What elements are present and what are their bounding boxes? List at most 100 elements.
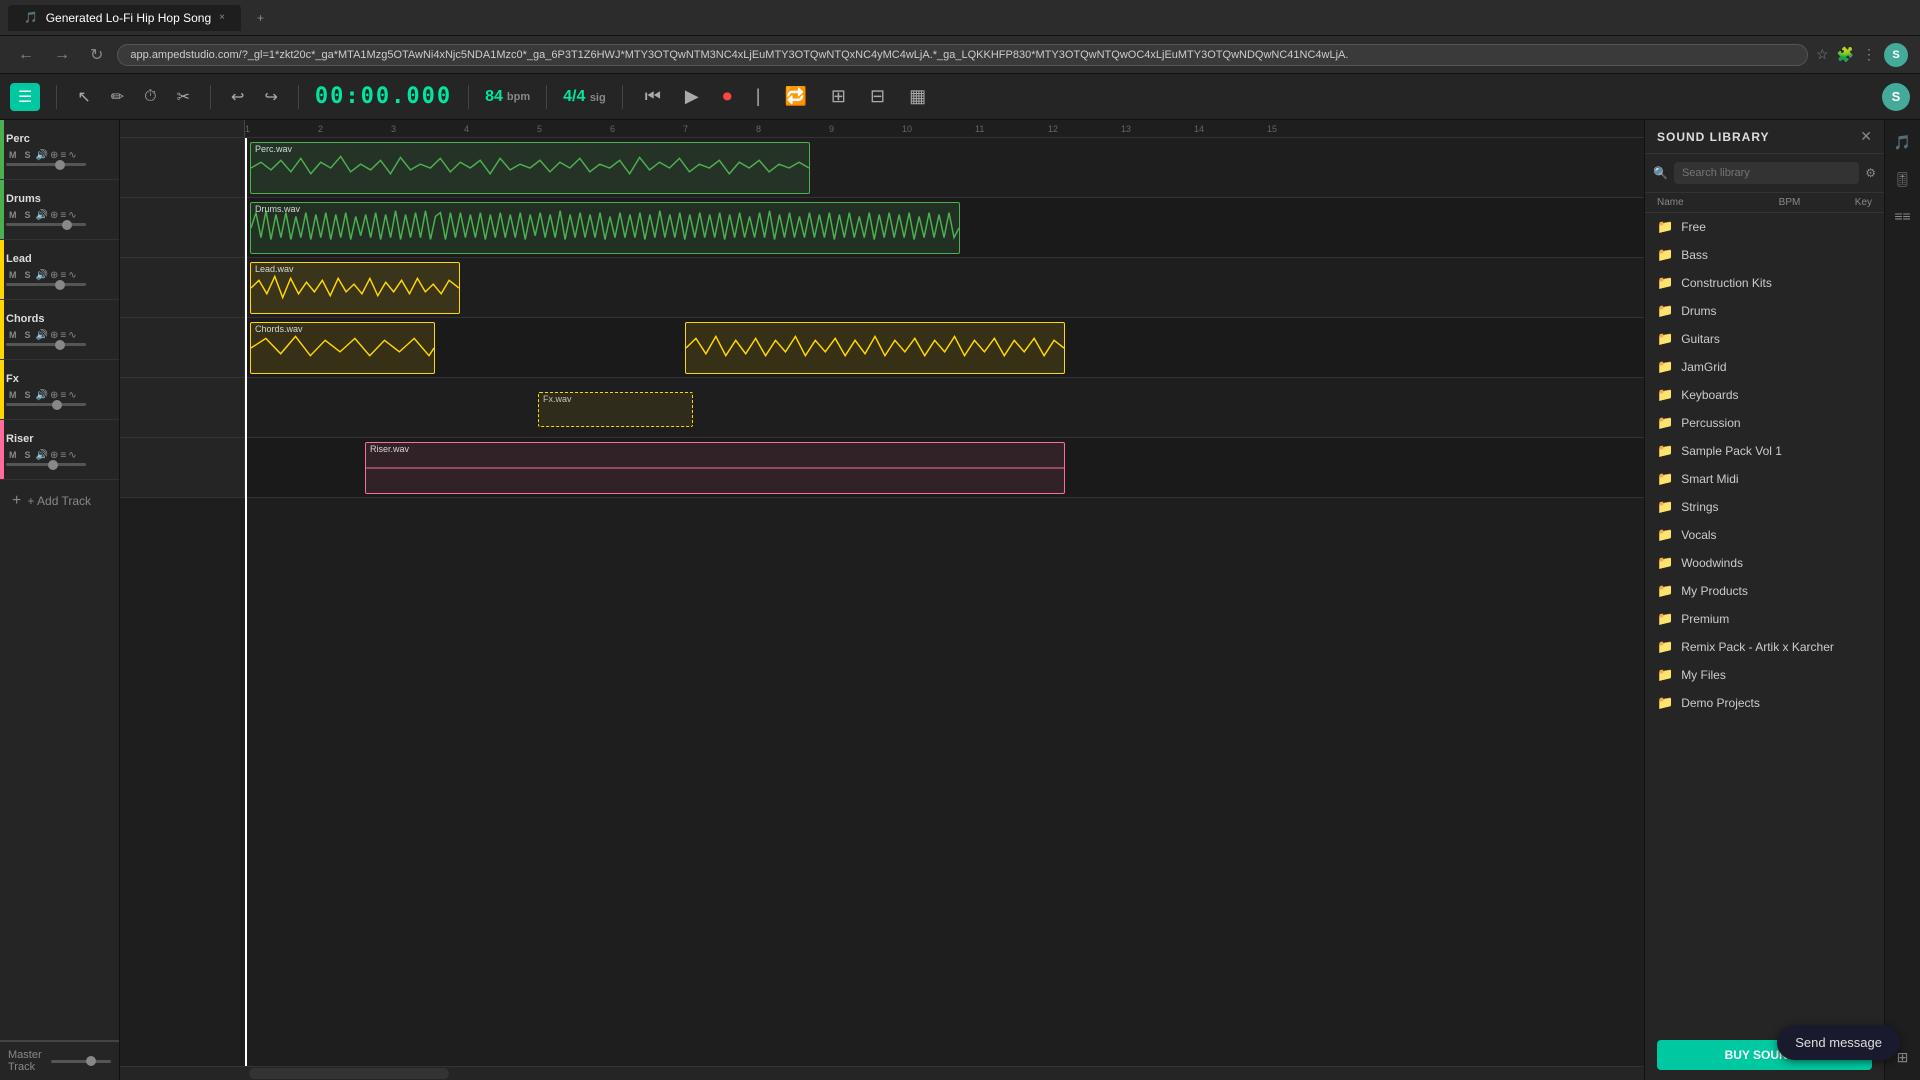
library-item[interactable]: 📁Guitars <box>1645 325 1884 353</box>
address-bar[interactable] <box>117 44 1808 66</box>
master-track-label: Master Track <box>8 1049 43 1073</box>
library-item[interactable]: 📁Woodwinds <box>1645 549 1884 577</box>
library-item[interactable]: 📁JamGrid <box>1645 353 1884 381</box>
back-btn[interactable]: ← <box>12 44 40 66</box>
tab-title: Generated Lo-Fi Hip Hop Song <box>46 11 211 25</box>
riser-clip[interactable]: Riser.wav <box>365 442 1065 494</box>
chords-clip-1[interactable]: Chords.wav <box>250 322 435 374</box>
library-item[interactable]: 📁Smart Midi <box>1645 465 1884 493</box>
browser-tab-active[interactable]: 🎵 Generated Lo-Fi Hip Hop Song × <box>8 5 241 31</box>
library-item[interactable]: 📁Construction Kits <box>1645 269 1884 297</box>
lead-clip[interactable]: Lead.wav <box>250 262 460 314</box>
fx-clip-label: Fx.wav <box>539 393 692 405</box>
folder-icon: 📁 <box>1657 527 1673 543</box>
metronome-btn[interactable]: | <box>750 82 767 111</box>
add-track-btn[interactable]: + + Add Track <box>0 480 119 522</box>
library-list: 📁Free📁Bass📁Construction Kits📁Drums📁Guita… <box>1645 213 1884 1030</box>
track-row-chords[interactable]: Chords.wav <box>120 318 1644 378</box>
bpm-display[interactable]: 84 bpm <box>485 88 530 106</box>
h-scrollbar-thumb[interactable] <box>249 1068 449 1079</box>
user-avatar[interactable]: S <box>1884 43 1908 67</box>
library-item[interactable]: 📁My Products <box>1645 577 1884 605</box>
bookmark-icon[interactable]: ☆ <box>1816 46 1829 63</box>
right-icon-1[interactable]: 🎵 <box>1888 128 1917 157</box>
library-item[interactable]: 📁Premium <box>1645 605 1884 633</box>
track-row-riser[interactable]: Riser.wav <box>120 438 1644 498</box>
library-item[interactable]: 📁Demo Projects <box>1645 689 1884 717</box>
tab-close-btn[interactable]: × <box>219 12 225 23</box>
refresh-btn[interactable]: ↻ <box>84 43 109 67</box>
ruler-mark: 5 <box>537 124 542 134</box>
library-item[interactable]: 📁 Vocals <box>1645 521 1884 549</box>
snap-btn[interactable]: ⊞ <box>825 82 852 111</box>
library-item-name: Construction Kits <box>1681 276 1772 290</box>
chords-clip-2[interactable] <box>685 322 1065 374</box>
track-header-fx: Fx M S 🔊 ⊕ ≡ ∿ <box>0 360 119 420</box>
folder-icon: 📁 <box>1657 443 1673 459</box>
library-item[interactable]: 📁Free <box>1645 213 1884 241</box>
history-btn[interactable]: ⏱ <box>140 84 160 110</box>
rewind-btn[interactable]: ⏮ <box>639 82 667 111</box>
toolbar-separator-6 <box>622 85 623 109</box>
library-item[interactable]: 📁Sample Pack Vol 1 <box>1645 437 1884 465</box>
select-tool-btn[interactable]: ↖ <box>73 83 94 111</box>
forward-btn[interactable]: → <box>48 44 76 66</box>
tracks-scroll[interactable]: Perc.wav Drums.wav <box>120 138 1644 1066</box>
play-btn[interactable]: ▶ <box>679 82 705 111</box>
midi-btn[interactable]: ⊟ <box>864 82 891 111</box>
pencil-tool-btn[interactable]: ✏ <box>107 83 128 111</box>
fx-clip[interactable]: Fx.wav <box>538 392 693 427</box>
right-icon-3[interactable]: ≡≡ <box>1888 202 1916 230</box>
library-item[interactable]: 📁Remix Pack - Artik x Karcher <box>1645 633 1884 661</box>
track-row-fx[interactable]: Fx.wav <box>120 378 1644 438</box>
right-icon-2[interactable]: 🎚 <box>1888 165 1918 194</box>
drums-track-name: Drums <box>6 193 113 205</box>
menu-btn[interactable]: ☰ <box>10 83 40 111</box>
ruler-mark: 13 <box>1121 124 1131 134</box>
search-input[interactable] <box>1674 162 1859 184</box>
track-row-lead[interactable]: Lead.wav <box>120 258 1644 318</box>
lead-track-name: Lead <box>6 253 113 265</box>
library-item[interactable]: 📁Drums <box>1645 297 1884 325</box>
library-item[interactable]: 📁Percussion <box>1645 409 1884 437</box>
h-scrollbar[interactable] <box>120 1066 1644 1080</box>
nav-icons: ☆ 🧩 ⋮ S <box>1816 43 1908 67</box>
library-item[interactable]: 📁Strings <box>1645 493 1884 521</box>
drums-volume-slider[interactable] <box>6 223 86 226</box>
record-btn[interactable]: ⏺ <box>717 82 738 111</box>
folder-icon: 📁 <box>1657 639 1673 655</box>
menu-icon[interactable]: ⋮ <box>1862 46 1876 63</box>
library-item[interactable]: 📁My Files <box>1645 661 1884 689</box>
riser-volume-slider[interactable] <box>6 463 86 466</box>
filter-icon[interactable]: ⚙ <box>1865 166 1876 180</box>
send-message-btn[interactable]: Send message <box>1777 1025 1900 1060</box>
cut-btn[interactable]: ✂ <box>173 83 194 111</box>
track-header-chords: Chords M S 🔊 ⊕ ≡ ∿ <box>0 300 119 360</box>
lead-volume-slider[interactable] <box>6 283 86 286</box>
riser-row-pad <box>120 438 245 497</box>
redo-btn[interactable]: ↪ <box>260 83 281 111</box>
chords-color-bar <box>0 300 4 359</box>
loop-btn[interactable]: 🔁 <box>778 82 812 111</box>
undo-btn[interactable]: ↩ <box>227 83 248 111</box>
library-item-name: Vocals <box>1681 528 1716 542</box>
extensions-icon[interactable]: 🧩 <box>1837 46 1854 63</box>
time-sig-display[interactable]: 4/4 sig <box>563 88 606 106</box>
drums-clip[interactable]: Drums.wav <box>250 202 960 254</box>
library-close-btn[interactable]: ✕ <box>1860 128 1872 145</box>
perc-volume-slider[interactable] <box>6 163 86 166</box>
master-volume-slider[interactable] <box>51 1060 111 1063</box>
track-row-perc[interactable]: Perc.wav <box>120 138 1644 198</box>
riser-waveform <box>366 443 1064 493</box>
ruler-left-pad <box>120 120 245 137</box>
fx-volume-slider[interactable] <box>6 403 86 406</box>
perc-clip[interactable]: Perc.wav <box>250 142 810 194</box>
new-tab-btn[interactable]: + <box>249 7 272 29</box>
library-item[interactable]: 📁Bass <box>1645 241 1884 269</box>
library-item[interactable]: 📁Keyboards <box>1645 381 1884 409</box>
chords-volume-slider[interactable] <box>6 343 86 346</box>
toolbar-user-avatar[interactable]: S <box>1882 83 1910 111</box>
mix-btn[interactable]: ▦ <box>903 82 932 111</box>
track-row-drums[interactable]: Drums.wav <box>120 198 1644 258</box>
perc-color-bar <box>0 120 4 179</box>
